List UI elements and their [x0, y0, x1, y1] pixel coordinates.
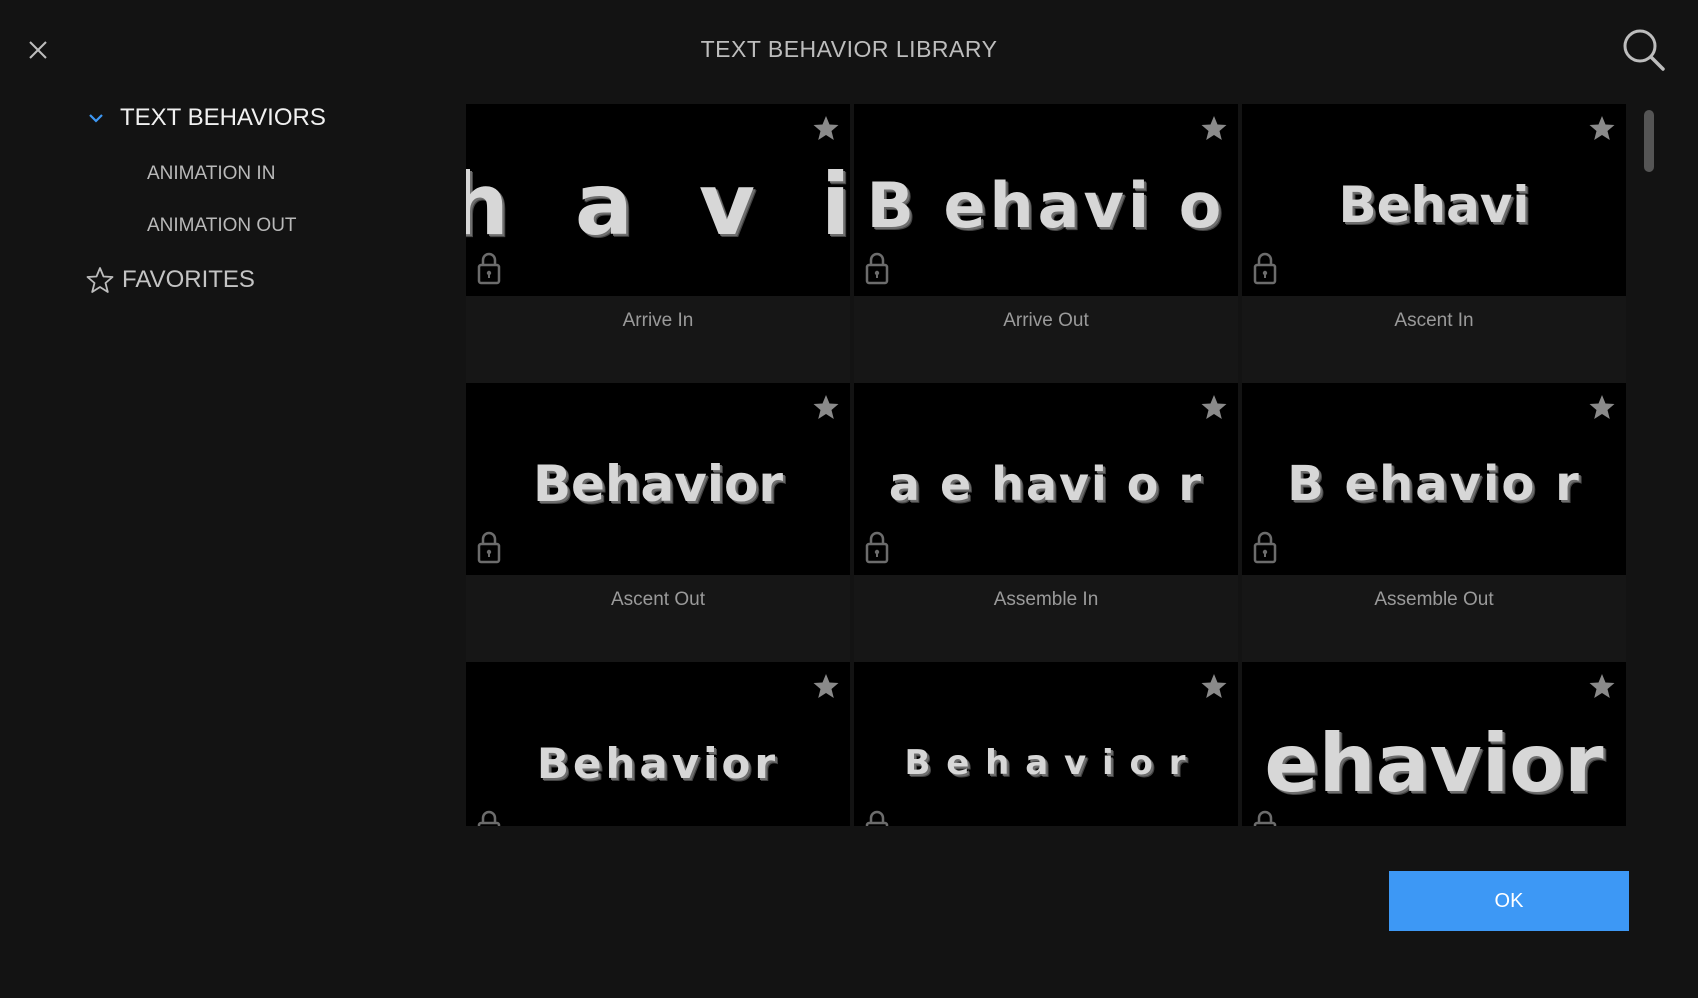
behavior-tile[interactable]: h a v i Arrive In [466, 104, 850, 383]
behavior-thumbnail: Behavior [466, 662, 850, 826]
sidebar-item-animation-in[interactable]: ANIMATION IN [147, 163, 275, 185]
behavior-title: Assemble In [993, 589, 1099, 610]
behavior-tile[interactable]: ehavior [1242, 662, 1626, 826]
ok-button[interactable]: OK [1389, 871, 1629, 931]
thumbnail-preview-text: h a v i [466, 155, 850, 255]
behavior-grid: h a v i Arrive In B ehavi o Arrive Out B… [466, 104, 1628, 826]
thumbnail-preview-text: Behavior [532, 455, 784, 513]
lock-icon [865, 531, 889, 564]
sidebar-section-text-behaviors[interactable]: TEXT BEHAVIORS [86, 104, 326, 132]
thumbnail-preview-text: B ehavio r [1287, 456, 1581, 512]
thumbnail-preview-text: B e h a v i o r [904, 743, 1188, 783]
lock-icon [865, 252, 889, 285]
lock-icon [477, 810, 501, 826]
behavior-thumbnail: ehavior [1242, 662, 1626, 826]
lock-icon [865, 810, 889, 826]
behavior-thumbnail: a e havi o r [854, 383, 1238, 575]
thumbnail-preview-text: a e havi o r [888, 457, 1204, 511]
favorite-star-icon[interactable] [1588, 114, 1616, 142]
favorite-star-icon[interactable] [812, 672, 840, 700]
grid-scrollbar[interactable] [1642, 106, 1656, 824]
behavior-thumbnail: h a v i [466, 104, 850, 296]
sidebar-favorites-label: FAVORITES [122, 266, 255, 293]
behavior-thumbnail: B ehavio r [1242, 383, 1626, 575]
favorite-star-icon[interactable] [812, 114, 840, 142]
behavior-thumbnail: B ehavi o [854, 104, 1238, 296]
behavior-thumbnail: Behavi [1242, 104, 1626, 296]
dialog-title: TEXT BEHAVIOR LIBRARY [700, 36, 998, 62]
chevron-down-icon [89, 114, 103, 123]
behavior-title: Arrive In [622, 310, 694, 331]
favorite-star-icon[interactable] [812, 393, 840, 421]
lock-icon [477, 252, 501, 285]
behavior-tile[interactable]: Behavi Ascent In [1242, 104, 1626, 383]
favorite-star-icon[interactable] [1200, 393, 1228, 421]
lock-icon [1253, 810, 1277, 826]
sidebar-item-animation-out[interactable]: ANIMATION OUT [147, 215, 297, 237]
behavior-title: Assemble Out [1374, 589, 1494, 610]
behavior-thumbnail: B e h a v i o r [854, 662, 1238, 826]
behavior-tile[interactable]: B e h a v i o r [854, 662, 1238, 826]
behavior-title: Ascent Out [611, 589, 705, 610]
thumbnail-preview-text: Behavior [536, 738, 780, 788]
thumbnail-preview-text: ehavior [1264, 716, 1604, 810]
behavior-thumbnail: Behavior [466, 383, 850, 575]
behavior-tile[interactable]: Behavior [466, 662, 850, 826]
search-icon [1623, 29, 1665, 71]
favorite-star-icon[interactable] [1200, 672, 1228, 700]
behavior-tile[interactable]: B ehavio r Assemble Out [1242, 383, 1626, 662]
sidebar-item-favorites[interactable]: FAVORITES [86, 266, 255, 294]
favorite-star-icon[interactable] [1200, 114, 1228, 142]
sidebar-section-label: TEXT BEHAVIORS [120, 104, 326, 131]
behavior-tile[interactable]: a e havi o r Assemble In [854, 383, 1238, 662]
text-behavior-library-dialog: TEXT BEHAVIOR LIBRARY TEXT BEHAVIORS ANI… [0, 0, 1698, 998]
lock-icon [1253, 252, 1277, 285]
behavior-tile[interactable]: B ehavi o Arrive Out [854, 104, 1238, 383]
favorite-star-icon[interactable] [1588, 672, 1616, 700]
search-button[interactable] [1622, 28, 1666, 72]
favorite-star-icon[interactable] [1588, 393, 1616, 421]
star-outline-icon [86, 267, 114, 293]
thumbnail-preview-text: B ehavi o [866, 168, 1226, 242]
lock-icon [477, 531, 501, 564]
behavior-tile[interactable]: Behavior Ascent Out [466, 383, 850, 662]
behavior-title: Ascent In [1394, 310, 1474, 331]
thumbnail-preview-text: Behavi [1338, 176, 1530, 234]
behavior-title: Arrive Out [1003, 310, 1089, 331]
lock-icon [1253, 531, 1277, 564]
scrollbar-thumb[interactable] [1644, 110, 1654, 172]
